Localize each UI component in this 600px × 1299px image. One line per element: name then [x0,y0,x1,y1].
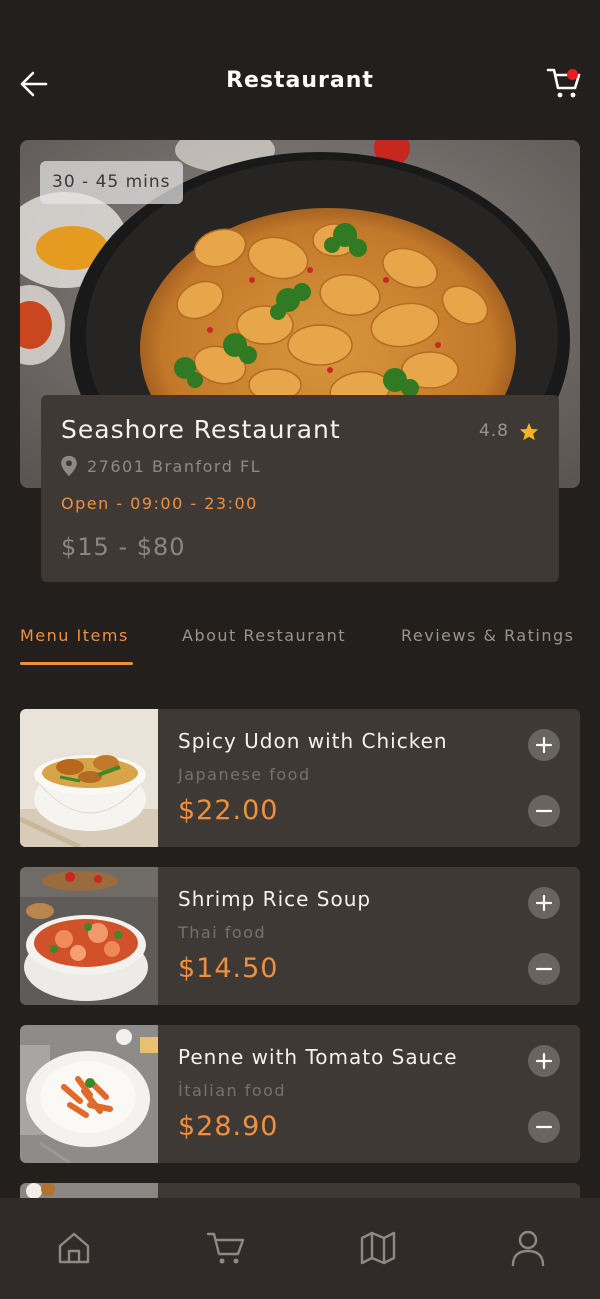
rating-value: 4.8 [478,421,509,441]
menu-item[interactable]: Penne with Tomato Sauce İtalian food $28… [20,1025,580,1163]
menu-item-price: $22.00 [178,795,279,826]
address-text: 27601 Branford FL [87,456,262,476]
plus-icon [535,736,553,754]
tab-menu-items[interactable]: Menu Items [20,626,129,645]
restaurant-info-card: Seashore Restaurant 4.8 27601 Branford F… [41,395,559,582]
menu-item-price: $14.50 [178,953,279,984]
restaurant-tabs: Menu Items About Restaurant Reviews & Ra… [20,620,580,670]
minus-icon [535,809,553,813]
home-icon [58,1232,90,1264]
menu-item-name: Shrimp Rice Soup [178,887,372,911]
cart-icon [206,1232,245,1264]
increase-quantity-button[interactable] [528,729,560,761]
nav-home[interactable] [54,1228,94,1268]
cart-badge [567,69,578,80]
increase-quantity-button[interactable] [528,1045,560,1077]
page-title: Restaurant [226,68,374,93]
menu-item-image [20,1025,158,1163]
increase-quantity-button[interactable] [528,887,560,919]
price-range: $15 - $80 [61,533,186,561]
nav-map[interactable] [358,1228,398,1268]
menu-item-category: Thai food [178,923,267,942]
opening-hours: Open - 09:00 - 23:00 [61,494,258,513]
plus-icon [535,894,553,912]
menu-item-image [20,709,158,847]
minus-icon [535,967,553,971]
decrease-quantity-button[interactable] [528,1111,560,1143]
bottom-navigation [0,1198,600,1299]
map-icon [360,1231,396,1265]
menu-item-category: Japanese food [178,765,311,784]
restaurant-name: Seashore Restaurant [61,415,341,444]
user-icon [511,1230,545,1267]
nav-profile[interactable] [508,1228,548,1268]
menu-item-category: İtalian food [178,1081,287,1100]
tab-about-restaurant[interactable]: About Restaurant [182,626,346,645]
tab-reviews-ratings[interactable]: Reviews & Ratings [401,626,575,645]
restaurant-rating: 4.8 [479,421,539,441]
menu-item-image [20,867,158,1005]
plus-icon [535,1052,553,1070]
star-icon [519,422,539,440]
nav-cart[interactable] [206,1228,246,1268]
menu-item[interactable]: Spicy Udon with Chicken Japanese food $2… [20,709,580,847]
decrease-quantity-button[interactable] [528,953,560,985]
header-cart-button[interactable] [544,64,584,102]
restaurant-address: 27601 Branford FL [59,455,261,477]
menu-item[interactable]: Shrimp Rice Soup Thai food $14.50 [20,867,580,1005]
location-pin-icon [61,455,77,477]
app-header: Restaurant [0,0,600,140]
menu-item-price: $28.90 [178,1111,279,1142]
menu-item-name: Spicy Udon with Chicken [178,729,448,753]
active-tab-indicator [20,662,133,665]
decrease-quantity-button[interactable] [528,795,560,827]
delivery-time-badge: 30 - 45 mins [40,161,183,204]
minus-icon [535,1125,553,1129]
menu-item-name: Penne with Tomato Sauce [178,1045,458,1069]
